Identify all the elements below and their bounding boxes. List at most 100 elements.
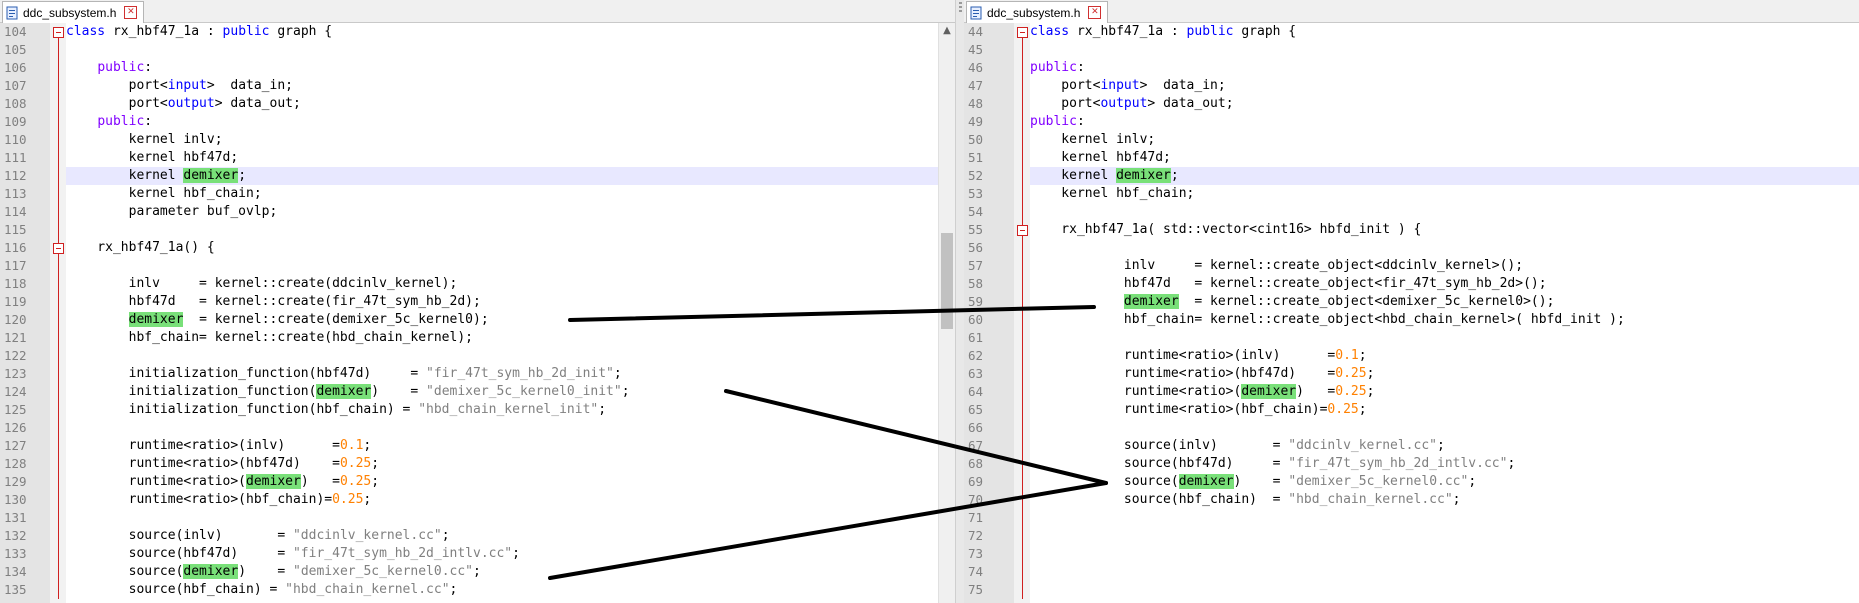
code-line[interactable]: port<input> data_in; (1030, 77, 1859, 95)
code-line[interactable]: kernel demixer; (1030, 167, 1859, 185)
code-line[interactable] (66, 257, 955, 275)
code-token: public (1186, 24, 1234, 39)
code-line[interactable]: source(inlv) = "ddcinlv_kernel.cc"; (66, 527, 955, 545)
code-line[interactable] (66, 347, 955, 365)
code-line[interactable]: source(hbf47d) = "fir_47t_sym_hb_2d_intl… (1030, 455, 1859, 473)
code-line[interactable]: source(demixer) = "demixer_5c_kernel0.cc… (66, 563, 955, 581)
line-number: 121 (4, 330, 27, 345)
line-number: 52 (968, 168, 984, 183)
code-line[interactable]: public: (66, 113, 955, 131)
code-line[interactable]: rx_hbf47_1a() { (66, 239, 955, 257)
code-line[interactable]: kernel hbf_chain; (1030, 185, 1859, 203)
code-line[interactable]: inlv = kernel::create_object<ddcinlv_ker… (1030, 257, 1859, 275)
code-line[interactable] (1030, 581, 1859, 599)
line-number: 111 (4, 150, 27, 165)
code-line[interactable]: public: (1030, 59, 1859, 77)
code-editor-left[interactable]: class rx_hbf47_1a : public graph { publi… (0, 23, 955, 603)
fold-markers (1014, 23, 1030, 603)
code-line[interactable]: parameter buf_ovlp; (66, 203, 955, 221)
code-line[interactable] (1030, 329, 1859, 347)
line-number: 73 (968, 546, 984, 561)
close-icon[interactable]: ✕ (1088, 6, 1102, 19)
code-line[interactable]: runtime<ratio>(hbf47d) =0.25; (66, 455, 955, 473)
code-line[interactable]: rx_hbf47_1a( std::vector<cint16> hbfd_in… (1030, 221, 1859, 239)
vertical-scrollbar-left[interactable]: ▲ (938, 23, 955, 603)
line-number: 65 (968, 402, 984, 417)
scroll-thumb[interactable] (941, 233, 953, 329)
code-line[interactable]: hbf_chain= kernel::create(hbd_chain_kern… (66, 329, 955, 347)
code-line[interactable] (66, 509, 955, 527)
code-token: ; (1507, 456, 1516, 471)
code-editor-right[interactable]: class rx_hbf47_1a : public graph {public… (964, 23, 1859, 603)
code-line[interactable]: demixer = kernel::create_object<demixer_… (1030, 293, 1859, 311)
code-line[interactable] (1030, 563, 1859, 581)
close-icon[interactable]: ✕ (124, 6, 138, 19)
code-line[interactable] (1030, 239, 1859, 257)
code-line[interactable]: source(hbf_chain) = "hbd_chain_kernel.cc… (66, 581, 955, 599)
code-line[interactable]: kernel demixer; (66, 167, 955, 185)
code-token: ; (1358, 348, 1367, 363)
code-line[interactable]: source(hbf47d) = "fir_47t_sym_hb_2d_intl… (66, 545, 955, 563)
code-line[interactable] (1030, 509, 1859, 527)
fold-minus-icon[interactable] (1017, 27, 1028, 38)
scroll-up-icon[interactable]: ▲ (939, 23, 955, 39)
fold-minus-icon[interactable] (53, 243, 64, 254)
code-line[interactable]: hbf47d = kernel::create(fir_47t_sym_hb_2… (66, 293, 955, 311)
code-line[interactable]: source(hbf_chain) = "hbd_chain_kernel.cc… (1030, 491, 1859, 509)
code-line[interactable]: hbf_chain= kernel::create_object<hbd_cha… (1030, 311, 1859, 329)
code-line[interactable]: runtime<ratio>(demixer) =0.25; (66, 473, 955, 491)
code-token: : (1076, 60, 1085, 75)
code-line[interactable] (1030, 419, 1859, 437)
code-line[interactable]: kernel inlv; (1030, 131, 1859, 149)
code-line[interactable]: runtime<ratio>(inlv) =0.1; (66, 437, 955, 455)
code-token: ; (371, 474, 380, 489)
code-line[interactable]: source(demixer) = "demixer_5c_kernel0.cc… (1030, 473, 1859, 491)
code-line[interactable] (66, 221, 955, 239)
code-token: runtime<ratio>( (66, 474, 247, 489)
code-line[interactable]: kernel hbf47d; (66, 149, 955, 167)
code-line[interactable]: source(inlv) = "ddcinlv_kernel.cc"; (1030, 437, 1859, 455)
tab-ddc-subsystem-right[interactable]: ddc_subsystem.h ✕ (966, 1, 1109, 23)
code-line[interactable]: kernel inlv; (66, 131, 955, 149)
code-token: inlv = kernel::create_object<ddcinlv_ker… (1030, 258, 1524, 273)
code-token: inlv = kernel::create(ddcinlv_kernel); (66, 276, 458, 291)
code-line[interactable] (1030, 527, 1859, 545)
code-line[interactable]: initialization_function(demixer) = "demi… (66, 383, 955, 401)
code-line[interactable]: class rx_hbf47_1a : public graph { (1030, 23, 1859, 41)
code-token: "hbd_chain_kernel.cc" (1288, 492, 1453, 507)
code-line[interactable]: port<output> data_out; (1030, 95, 1859, 113)
code-token: class (1030, 24, 1070, 39)
line-number: 63 (968, 366, 984, 381)
code-line[interactable]: initialization_function(hbf_chain) = "hb… (66, 401, 955, 419)
code-line[interactable]: hbf47d = kernel::create_object<fir_47t_s… (1030, 275, 1859, 293)
code-line[interactable]: demixer = kernel::create(demixer_5c_kern… (66, 311, 955, 329)
code-line[interactable]: class rx_hbf47_1a : public graph { (66, 23, 955, 41)
code-line[interactable]: inlv = kernel::create(ddcinlv_kernel); (66, 275, 955, 293)
code-line[interactable]: kernel hbf_chain; (66, 185, 955, 203)
code-line[interactable]: kernel hbf47d; (1030, 149, 1859, 167)
line-number: 54 (968, 204, 984, 219)
code-line[interactable]: runtime<ratio>(demixer) =0.25; (1030, 383, 1859, 401)
code-token: output (167, 96, 215, 111)
code-area[interactable]: class rx_hbf47_1a : public graph {public… (1030, 23, 1859, 603)
code-line[interactable] (1030, 41, 1859, 59)
code-line[interactable] (66, 41, 955, 59)
code-line[interactable]: runtime<ratio>(hbf47d) =0.25; (1030, 365, 1859, 383)
code-line[interactable]: runtime<ratio>(hbf_chain)=0.25; (1030, 401, 1859, 419)
tab-ddc-subsystem-left[interactable]: ddc_subsystem.h ✕ (2, 1, 145, 23)
code-line[interactable]: runtime<ratio>(hbf_chain)=0.25; (66, 491, 955, 509)
code-line[interactable]: public: (66, 59, 955, 77)
fold-minus-icon[interactable] (53, 27, 64, 38)
code-area[interactable]: class rx_hbf47_1a : public graph { publi… (66, 23, 955, 603)
code-line[interactable] (66, 419, 955, 437)
code-line[interactable] (1030, 203, 1859, 221)
code-line[interactable]: runtime<ratio>(inlv) =0.1; (1030, 347, 1859, 365)
code-line[interactable] (1030, 545, 1859, 563)
code-token: "demixer_5c_kernel0_init" (426, 384, 622, 399)
code-line[interactable]: port<output> data_out; (66, 95, 955, 113)
code-token: ; (449, 582, 458, 597)
code-line[interactable]: initialization_function(hbf47d) = "fir_4… (66, 365, 955, 383)
fold-minus-icon[interactable] (1017, 225, 1028, 236)
code-line[interactable]: public: (1030, 113, 1859, 131)
code-line[interactable]: port<input> data_in; (66, 77, 955, 95)
